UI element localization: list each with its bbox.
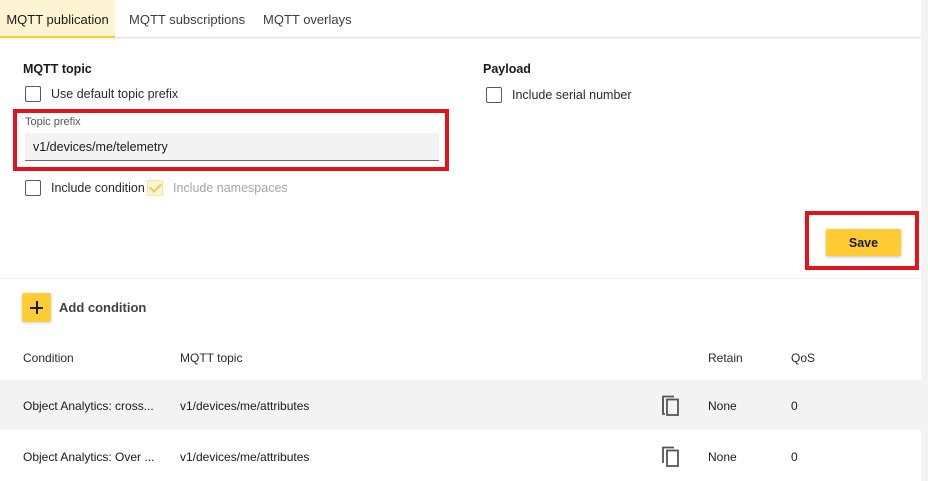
use-default-prefix-checkbox[interactable] <box>25 86 41 102</box>
column-header-qos: QoS <box>791 351 816 365</box>
publication-settings-card: MQTT topic Use default topic prefix Topi… <box>0 39 921 278</box>
include-serial-row[interactable]: Include serial number <box>486 87 632 103</box>
topic-cell: v1/devices/me/attributes <box>180 399 310 413</box>
include-serial-label: Include serial number <box>512 88 632 102</box>
copy-icon[interactable] <box>661 446 681 468</box>
column-header-retain: Retain <box>708 351 743 365</box>
use-default-prefix-row[interactable]: Use default topic prefix <box>25 86 178 102</box>
include-namespaces-label: Include namespaces <box>173 181 288 195</box>
qos-cell: 0 <box>791 399 798 413</box>
include-condition-row[interactable]: Include condition <box>25 180 145 196</box>
topic-prefix-highlight: Topic prefix v1/devices/me/telemetry <box>13 109 449 171</box>
condition-cell: Object Analytics: cross... <box>23 399 154 413</box>
conditions-card: Add condition Condition MQTT topic Retai… <box>0 279 921 481</box>
include-condition-checkbox[interactable] <box>25 180 41 196</box>
topic-cell: v1/devices/me/attributes <box>180 450 310 464</box>
topic-prefix-label: Topic prefix <box>25 116 81 128</box>
column-header-mqtt-topic: MQTT topic <box>180 351 243 365</box>
add-condition-label[interactable]: Add condition <box>59 300 146 315</box>
condition-cell: Object Analytics: Over ... <box>23 450 155 464</box>
include-serial-checkbox[interactable] <box>486 87 502 103</box>
add-condition-button[interactable] <box>22 293 51 322</box>
mqtt-topic-title: MQTT topic <box>23 62 92 76</box>
topic-prefix-input[interactable]: v1/devices/me/telemetry <box>25 133 439 161</box>
retain-cell: None <box>708 399 737 413</box>
include-namespaces-checkbox <box>147 180 163 196</box>
payload-title: Payload <box>483 62 531 76</box>
tab-mqtt-publication[interactable]: MQTT publication <box>0 0 115 38</box>
tab-bar: MQTT publication MQTT subscriptions MQTT… <box>0 0 921 38</box>
copy-icon[interactable] <box>661 395 681 417</box>
include-namespaces-row: Include namespaces <box>147 180 288 196</box>
save-button[interactable]: Save <box>826 229 901 256</box>
retain-cell: None <box>708 450 737 464</box>
tab-mqtt-overlays[interactable]: MQTT overlays <box>263 0 352 38</box>
table-row[interactable]: Object Analytics: cross... v1/devices/me… <box>0 380 921 430</box>
column-header-condition: Condition <box>23 351 74 365</box>
table-row[interactable]: Object Analytics: Over ... v1/devices/me… <box>0 431 921 481</box>
qos-cell: 0 <box>791 450 798 464</box>
use-default-prefix-label: Use default topic prefix <box>51 87 179 101</box>
include-condition-label: Include condition <box>51 181 145 195</box>
tab-mqtt-subscriptions[interactable]: MQTT subscriptions <box>129 0 245 38</box>
